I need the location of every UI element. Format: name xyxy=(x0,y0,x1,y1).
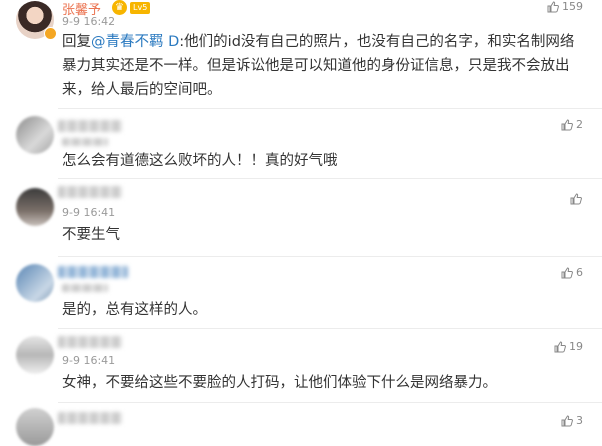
username-blurred[interactable] xyxy=(58,120,122,132)
like-button[interactable] xyxy=(570,192,582,206)
thumbs-up-icon xyxy=(561,415,573,427)
divider xyxy=(58,108,602,109)
avatar[interactable] xyxy=(16,116,54,154)
comment-item: 2 怎么会有道德这么败坏的人！！真的好气哦 xyxy=(0,110,602,178)
like-count: 3 xyxy=(576,414,583,427)
comment-item: 9-9 16:41 19 女神，不要给这些不要脸的人打码，让他们体验下什么是网络… xyxy=(0,330,602,400)
divider xyxy=(58,402,602,403)
time-blurred xyxy=(62,138,108,146)
like-button[interactable]: 2 xyxy=(561,118,583,132)
like-count: 19 xyxy=(569,340,583,353)
like-button[interactable]: 159 xyxy=(547,0,583,14)
crown-icon: ♛ xyxy=(112,0,127,15)
thumbs-up-icon xyxy=(570,193,582,205)
mention-link[interactable]: @青春不羁 D xyxy=(91,34,179,50)
thumbs-up-icon xyxy=(554,341,566,353)
thumbs-up-icon xyxy=(561,267,573,279)
username-blurred[interactable] xyxy=(58,186,122,198)
like-count: 159 xyxy=(562,0,583,13)
comment-text: 女神，不要给这些不要脸的人打码，让他们体验下什么是网络暴力。 xyxy=(62,375,497,391)
username-blurred[interactable] xyxy=(58,266,128,278)
comment-text-line: 来，给人最后的空间吧。 xyxy=(62,82,222,98)
comment-text-part: :他们的id没有自己的照片，也没有自己的名字，和实名制网络 xyxy=(179,34,575,50)
like-count: 6 xyxy=(576,266,583,279)
divider xyxy=(58,178,602,179)
username-blurred[interactable] xyxy=(58,336,122,348)
level-badge: Lv5 xyxy=(130,2,151,14)
comment-item: 6 是的，总有这样的人。 xyxy=(0,258,602,326)
comment-item: 9-9 16:41 不要生气 xyxy=(0,180,602,256)
comment-time: 9-9 16:42 xyxy=(62,15,116,28)
comment-item: 张馨予 ♛ Lv5 9-9 16:42 159 回复@青春不羁 D:他们的id没… xyxy=(0,0,602,110)
avatar[interactable] xyxy=(16,336,54,374)
divider xyxy=(58,328,602,329)
comment-item: 3 xyxy=(0,404,602,446)
comment-text-line: 回复@青春不羁 D:他们的id没有自己的照片，也没有自己的名字，和实名制网络 xyxy=(62,31,574,54)
like-button[interactable]: 19 xyxy=(554,340,583,354)
time-blurred xyxy=(62,284,108,292)
comment-text: 不要生气 xyxy=(62,227,120,243)
divider xyxy=(58,256,602,257)
verified-badge-icon xyxy=(44,27,57,40)
like-count: 2 xyxy=(576,118,583,131)
reply-prefix: 回复 xyxy=(62,34,91,50)
username-blurred[interactable] xyxy=(58,412,122,424)
thumbs-up-icon xyxy=(547,1,559,13)
avatar[interactable] xyxy=(16,408,54,446)
thumbs-up-icon xyxy=(561,119,573,131)
like-button[interactable]: 6 xyxy=(561,266,583,280)
comment-time: 9-9 16:41 xyxy=(62,206,116,219)
comment-time: 9-9 16:41 xyxy=(62,354,116,367)
comment-text: 怎么会有道德这么败坏的人！！真的好气哦 xyxy=(62,153,338,169)
avatar[interactable] xyxy=(16,188,54,226)
comment-text: 是的，总有这样的人。 xyxy=(62,302,207,318)
like-button[interactable]: 3 xyxy=(561,414,583,428)
avatar[interactable] xyxy=(16,264,54,302)
comment-text-line: 暴力其实还是不一样。但是诉讼他是可以知道他的身份证信息，只是我不会放出 xyxy=(62,58,570,74)
